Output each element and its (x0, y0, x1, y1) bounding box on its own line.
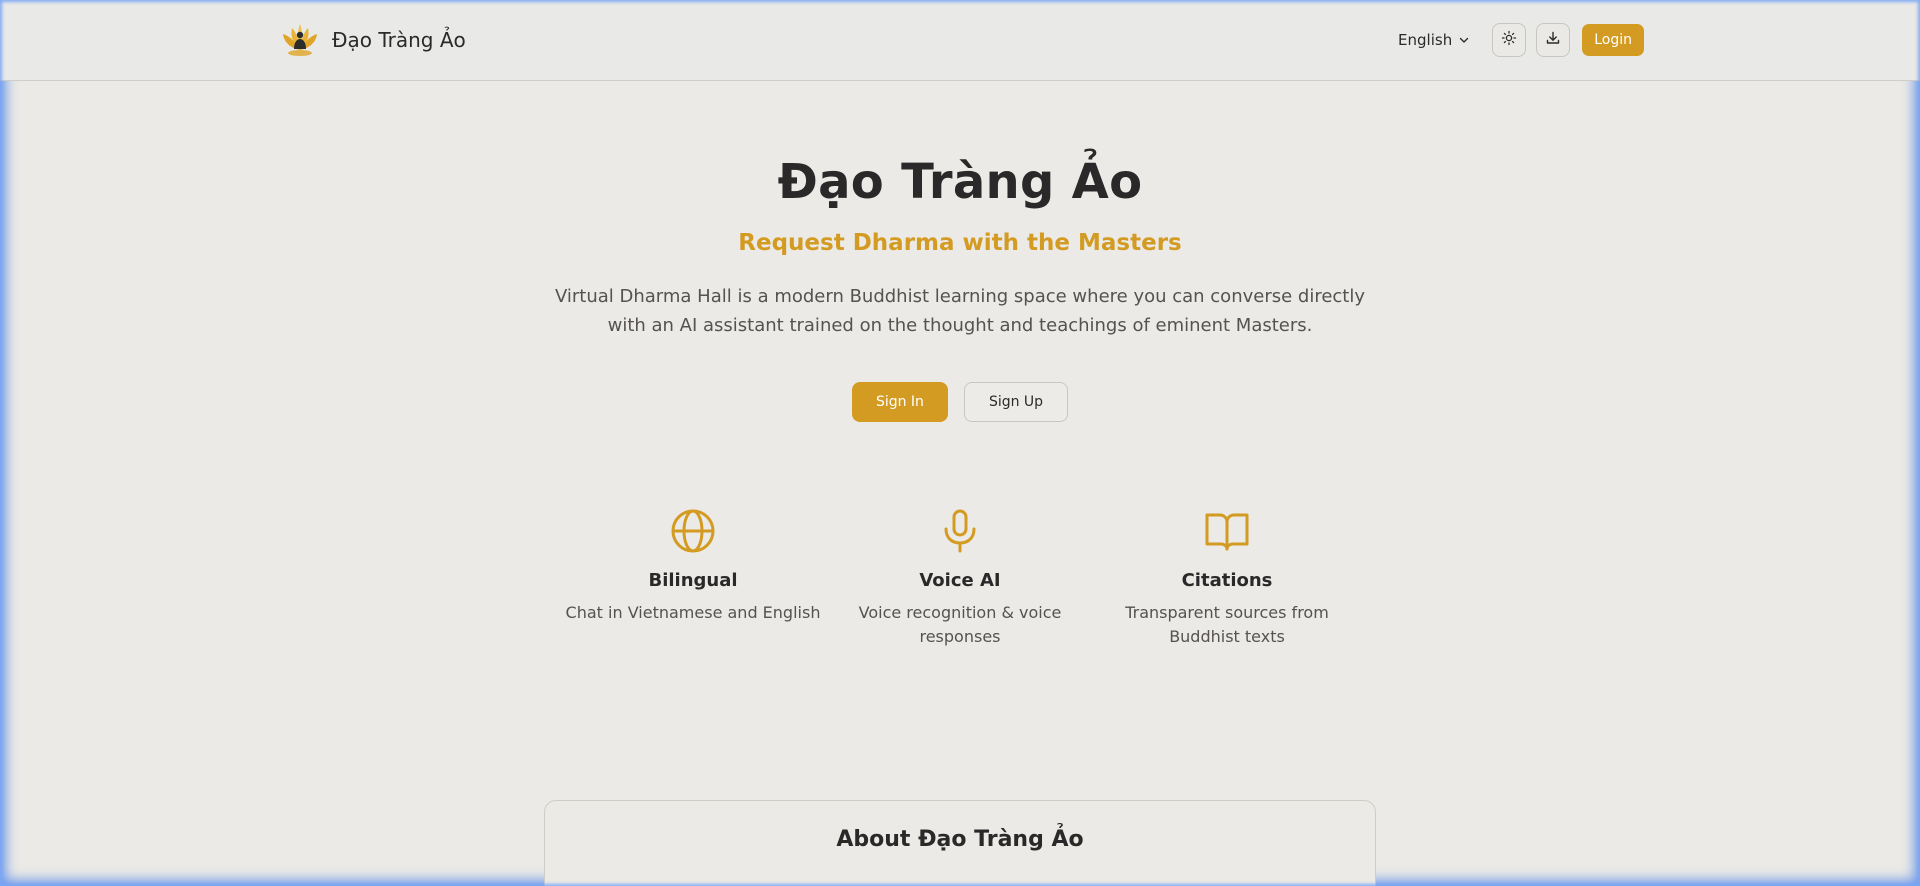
feature-title: Bilingual (648, 570, 738, 591)
brand[interactable]: Đạo Tràng Ảo (280, 20, 466, 60)
feature-title: Citations (1181, 570, 1273, 591)
top-navbar: Đạo Tràng Ảo English Login (0, 0, 1920, 81)
sign-in-button[interactable]: Sign In (851, 382, 948, 422)
feature-title: Voice AI (919, 570, 1001, 591)
hero-description: Virtual Dharma Hall is a modern Buddhist… (554, 286, 1366, 336)
sun-icon (1501, 30, 1517, 50)
header-actions: English Login (1398, 23, 1644, 57)
globe-icon (560, 505, 826, 557)
feature-voice-ai: Voice AI Voice recognition & voice respo… (827, 505, 1093, 649)
language-selector[interactable]: English (1398, 31, 1470, 49)
hero-title: Đạo Tràng Ảo (777, 154, 1143, 210)
hero-actions: Sign In Sign Up (0, 382, 1920, 422)
feature-citations: Citations Transparent sources from Buddh… (1094, 505, 1360, 649)
download-button[interactable] (1536, 23, 1571, 57)
login-button[interactable]: Login (1582, 24, 1644, 56)
hero-section: Đạo Tràng Ảo Request Dharma with the Mas… (0, 80, 1920, 422)
chevron-down-icon (1458, 34, 1470, 46)
feature-description: Transparent sources from Buddhist texts (1125, 603, 1329, 646)
sign-up-button[interactable]: Sign Up (963, 382, 1069, 422)
features-section: Bilingual Chat in Vietnamese and English… (560, 505, 1360, 649)
lotus-buddha-logo-icon (280, 20, 320, 60)
language-label: English (1398, 31, 1453, 49)
brand-name: Đạo Tràng Ảo (332, 28, 466, 52)
about-title: About Đạo Tràng Ảo (836, 827, 1084, 852)
app-viewport: Đạo Tràng Ảo English Login Đạo Tràng Ảo … (0, 0, 1920, 886)
feature-description: Chat in Vietnamese and English (565, 603, 821, 622)
microphone-icon (827, 505, 1093, 557)
about-card: About Đạo Tràng Ảo (544, 800, 1376, 886)
hero-subtitle: Request Dharma with the Masters (738, 230, 1182, 256)
theme-toggle-button[interactable] (1492, 23, 1527, 57)
book-open-icon (1094, 505, 1360, 557)
feature-description: Voice recognition & voice responses (858, 603, 1062, 646)
feature-bilingual: Bilingual Chat in Vietnamese and English (560, 505, 826, 649)
download-icon (1545, 30, 1561, 50)
